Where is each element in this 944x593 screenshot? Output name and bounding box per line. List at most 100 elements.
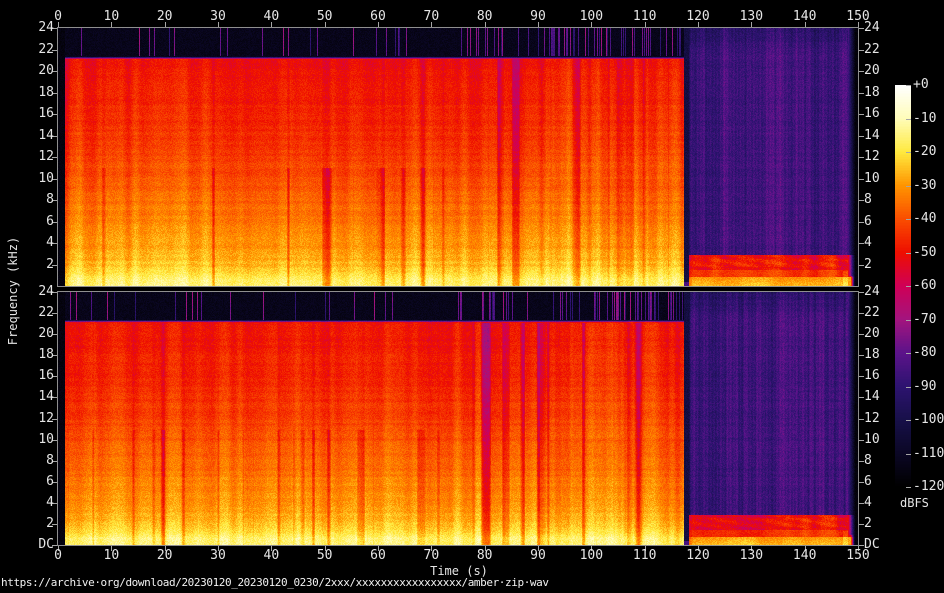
- colorbar-tick: [906, 320, 911, 321]
- time-tick-label: 100: [580, 10, 603, 23]
- colorbar-tick-label: -120: [913, 480, 944, 493]
- colorbar-tick-label: -90: [913, 380, 936, 393]
- time-tick-label: 140: [793, 549, 816, 562]
- colorbar-tick-label: -110: [913, 447, 944, 460]
- freq-tick-label: 24: [20, 21, 54, 34]
- frequency-axis-title: Frequency (kHz): [7, 237, 19, 345]
- freq-tick-label: 10: [864, 433, 880, 446]
- colorbar-tick-label: -40: [913, 212, 936, 225]
- freq-tick-label: 6: [20, 215, 54, 228]
- colorbar-tick-label: -30: [913, 179, 936, 192]
- freq-tick-label: 22: [864, 306, 880, 319]
- time-tick-label: 120: [686, 549, 709, 562]
- time-tick-label: 10: [104, 549, 120, 562]
- freq-tick-label: 4: [20, 236, 54, 249]
- time-tick-label: 80: [477, 10, 493, 23]
- colorbar-tick: [906, 454, 911, 455]
- freq-tick-label: 14: [864, 129, 880, 142]
- freq-tick-label: 16: [864, 369, 880, 382]
- colorbar-tick: [906, 119, 911, 120]
- colorbar-tick-label: -20: [913, 145, 936, 158]
- time-tick-label: 40: [264, 549, 280, 562]
- time-tick-label: 90: [530, 10, 546, 23]
- colorbar-tick: [906, 387, 911, 388]
- freq-tick-label: 4: [864, 236, 872, 249]
- freq-tick-label: 20: [864, 327, 880, 340]
- colorbar-unit-label: dBFS: [900, 497, 929, 509]
- time-tick-label: 130: [740, 10, 763, 23]
- colorbar-tick-label: +0: [913, 78, 929, 91]
- colorbar-tick: [906, 186, 911, 187]
- freq-tick-label: 12: [20, 412, 54, 425]
- freq-tick-label: 22: [20, 306, 54, 319]
- time-tick-label: 60: [370, 549, 386, 562]
- freq-tick-label: 14: [20, 129, 54, 142]
- freq-tick-label: 14: [20, 390, 54, 403]
- time-tick-label: 70: [424, 549, 440, 562]
- time-tick-label: 0: [54, 549, 62, 562]
- colorbar-tick-label: -50: [913, 246, 936, 259]
- freq-tick-label: 2: [20, 517, 54, 530]
- time-tick-label: 40: [264, 10, 280, 23]
- freq-tick-label: 24: [20, 285, 54, 298]
- colorbar-tick: [906, 152, 911, 153]
- freq-tick-label: 18: [20, 348, 54, 361]
- spectrogram-channel-1: [58, 28, 858, 286]
- freq-tick-label: 16: [20, 107, 54, 120]
- freq-tick-label: 18: [864, 348, 880, 361]
- time-tick-label: 70: [424, 10, 440, 23]
- time-tick-label: 50: [317, 549, 333, 562]
- freq-tick-label: 22: [20, 43, 54, 56]
- freq-tick-label: 6: [20, 475, 54, 488]
- colorbar-tick: [906, 286, 911, 287]
- time-tick-label: 110: [633, 549, 656, 562]
- colorbar-tick: [906, 219, 911, 220]
- colorbar-tick: [906, 353, 911, 354]
- freq-tick-label: 12: [20, 150, 54, 163]
- freq-tick-label: 2: [864, 258, 872, 271]
- freq-tick-label: 12: [864, 150, 880, 163]
- freq-tick-label: 20: [20, 327, 54, 340]
- colorbar-tick-label: -70: [913, 313, 936, 326]
- freq-tick-label: 18: [864, 86, 880, 99]
- freq-tick-label: 10: [20, 172, 54, 185]
- freq-tick-label: 16: [20, 369, 54, 382]
- time-tick-label: 50: [317, 10, 333, 23]
- time-tick-label: 0: [54, 10, 62, 23]
- time-tick-label: 30: [210, 549, 226, 562]
- freq-tick-label: 20: [20, 64, 54, 77]
- freq-tick-label: 8: [864, 193, 872, 206]
- time-tick-label: 100: [580, 549, 603, 562]
- freq-tick-label: 6: [864, 215, 872, 228]
- time-tick-label: 20: [157, 10, 173, 23]
- time-tick-label: 20: [157, 549, 173, 562]
- colorbar-tick: [906, 487, 911, 488]
- freq-tick-label: 24: [864, 21, 880, 34]
- freq-tick-label: 24: [864, 285, 880, 298]
- colorbar-tick: [906, 420, 911, 421]
- spectrogram-channel-2: [58, 292, 858, 545]
- freq-tick-label: DC: [864, 538, 880, 551]
- freq-tick-label: DC: [20, 538, 54, 551]
- freq-tick-label: 6: [864, 475, 872, 488]
- colorbar-tick-label: -10: [913, 112, 936, 125]
- spectrogram-figure: 0010102020303040405050606070708080909010…: [0, 0, 944, 593]
- time-tick-label: 10: [104, 10, 120, 23]
- colorbar-tick-label: -100: [913, 413, 944, 426]
- freq-tick-label: 4: [864, 496, 872, 509]
- colorbar-tick-label: -60: [913, 279, 936, 292]
- colorbar-tick: [906, 85, 911, 86]
- freq-tick-label: 12: [864, 412, 880, 425]
- colorbar-tick-label: -80: [913, 346, 936, 359]
- time-tick-label: 60: [370, 10, 386, 23]
- freq-tick-label: 8: [864, 454, 872, 467]
- freq-tick-label: 2: [864, 517, 872, 530]
- freq-tick-label: 22: [864, 43, 880, 56]
- file-url-caption: https://archive·org/download/20230120_20…: [1, 577, 549, 589]
- freq-tick-label: 20: [864, 64, 880, 77]
- time-tick-label: 140: [793, 10, 816, 23]
- freq-tick-label: 14: [864, 390, 880, 403]
- freq-tick-label: 10: [20, 433, 54, 446]
- colorbar-tick: [906, 253, 911, 254]
- time-tick-label: 130: [740, 549, 763, 562]
